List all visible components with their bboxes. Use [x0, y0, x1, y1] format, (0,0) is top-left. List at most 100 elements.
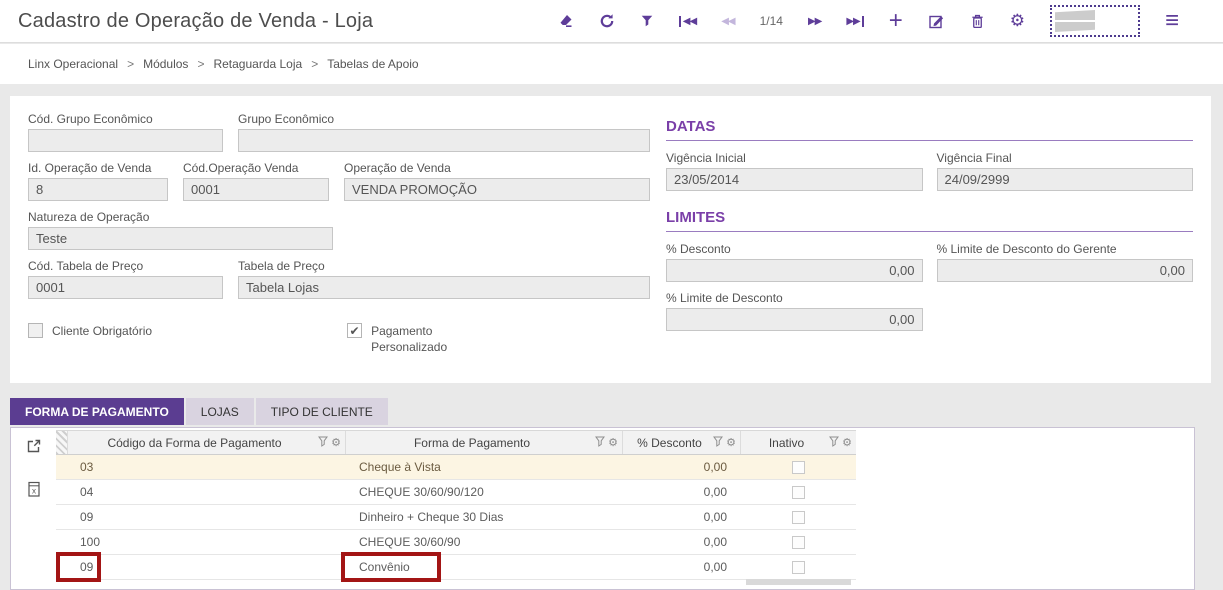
refresh-button[interactable]: [599, 13, 615, 29]
open-in-window-button[interactable]: [26, 438, 42, 457]
last-page-button[interactable]: ▶▶: [846, 16, 863, 27]
operacao-venda-input[interactable]: VENDA PROMOÇÃO: [344, 178, 650, 201]
tabela-preco-input[interactable]: Tabela Lojas: [238, 276, 650, 299]
add-button[interactable]: +: [889, 12, 903, 30]
inactive-checkbox[interactable]: [792, 511, 805, 524]
column-settings-gear-icon[interactable]: ⚙: [726, 438, 736, 448]
column-settings-gear-icon[interactable]: ⚙: [842, 438, 852, 448]
inactive-checkbox[interactable]: [792, 536, 805, 549]
column-header-codigo-forma-pagamento[interactable]: Código da Forma de Pagamento ⚙: [68, 431, 346, 454]
tab-forma-de-pagamento[interactable]: FORMA DE PAGAMENTO: [10, 398, 184, 425]
clear-button[interactable]: [557, 13, 574, 29]
cliente-obrigatorio-checkbox-group[interactable]: Cliente Obrigatório: [28, 323, 152, 355]
edit-pencil-icon: [928, 13, 945, 29]
check-icon: ✔: [350, 324, 360, 338]
breadcrumb: Linx Operacional > Módulos > Retaguarda …: [0, 44, 1223, 84]
field-tabela-preco: Tabela de Preço Tabela Lojas: [238, 259, 650, 299]
field-natureza-operacao: Natureza de Operação Teste: [28, 210, 333, 250]
breadcrumb-item-tabelas-de-apoio[interactable]: Tabelas de Apoio: [327, 57, 418, 71]
cod-grupo-economico-input[interactable]: [28, 129, 223, 152]
svg-text:x: x: [32, 487, 36, 496]
excel-export-icon: x: [26, 486, 42, 501]
column-settings-gear-icon[interactable]: ⚙: [331, 438, 341, 448]
delete-button[interactable]: [970, 13, 985, 29]
grupo-economico-input[interactable]: [238, 129, 650, 152]
pagamento-personalizado-checkbox[interactable]: ✔: [347, 323, 362, 338]
column-header-label: % Desconto: [637, 436, 702, 450]
cell-discount: 0,00: [623, 555, 741, 580]
breadcrumb-item-modulos[interactable]: Módulos: [143, 57, 188, 71]
cliente-obrigatorio-checkbox[interactable]: [28, 323, 43, 338]
inactive-checkbox[interactable]: [792, 561, 805, 574]
breadcrumb-separator: >: [197, 57, 204, 71]
field-operacao-venda: Operação de Venda VENDA PROMOÇÃO: [344, 161, 650, 201]
field-label: Cód. Tabela de Preço: [28, 259, 223, 273]
cell-discount: 0,00: [623, 530, 741, 555]
table-row[interactable]: 100 CHEQUE 30/60/90 0,00: [56, 530, 856, 555]
double-left-icon: ◀◀: [683, 16, 696, 27]
menu-button[interactable]: ≡: [1165, 12, 1179, 30]
export-excel-button[interactable]: x: [26, 481, 42, 501]
cod-tabela-preco-input[interactable]: 0001: [28, 276, 223, 299]
column-filter-icon[interactable]: [829, 436, 839, 450]
vigencia-inicial-input[interactable]: 23/05/2014: [666, 168, 923, 191]
breadcrumb-item-linx-operacional[interactable]: Linx Operacional: [28, 57, 118, 71]
trash-icon: [970, 13, 985, 29]
logo-image-block: [1055, 22, 1095, 32]
form-left-column: Cód. Grupo Econômico Grupo Econômico Id.…: [28, 112, 650, 367]
next-page-button[interactable]: ▶▶: [808, 16, 821, 27]
pct-limite-desconto-input[interactable]: 0,00: [666, 308, 923, 331]
breadcrumb-item-retaguarda-loja[interactable]: Retaguarda Loja: [213, 57, 302, 71]
inactive-checkbox[interactable]: [792, 461, 805, 474]
inactive-checkbox[interactable]: [792, 486, 805, 499]
column-filter-icon[interactable]: [713, 436, 723, 450]
field-cod-operacao-venda: Cód.Operação Venda 0001: [183, 161, 329, 201]
column-header-inativo[interactable]: Inativo ⚙: [741, 431, 856, 454]
eraser-icon: [557, 13, 574, 29]
column-header-pct-desconto[interactable]: % Desconto ⚙: [623, 431, 741, 454]
pct-limite-desconto-gerente-input[interactable]: 0,00: [937, 259, 1194, 282]
vigencia-final-input[interactable]: 24/09/2999: [937, 168, 1194, 191]
table-row[interactable]: 03 Cheque à Vista 0,00: [56, 455, 856, 480]
grid-side-toolbar: x: [11, 428, 56, 589]
field-label: Tabela de Preço: [238, 259, 650, 273]
id-operacao-venda-input[interactable]: 8: [28, 178, 168, 201]
filter-button[interactable]: [640, 14, 654, 28]
field-label: Cód. Grupo Econômico: [28, 112, 223, 126]
field-label: Natureza de Operação: [28, 210, 333, 224]
gear-icon: ⚙: [1010, 12, 1025, 30]
previous-page-button[interactable]: ◀◀: [721, 16, 734, 27]
cod-operacao-venda-input[interactable]: 0001: [183, 178, 329, 201]
table-row[interactable]: 04 CHEQUE 30/60/90/120 0,00: [56, 480, 856, 505]
refresh-icon: [599, 13, 615, 29]
row-handle-column: [56, 431, 68, 454]
column-filter-icon[interactable]: [595, 436, 605, 450]
cell-code: 100: [68, 530, 346, 555]
logo-placeholder[interactable]: [1050, 5, 1140, 37]
cell-name: Cheque à Vista: [346, 455, 623, 480]
edit-button[interactable]: [928, 13, 945, 29]
column-header-forma-pagamento[interactable]: Forma de Pagamento ⚙: [346, 431, 623, 454]
pagamento-personalizado-checkbox-group[interactable]: ✔ Pagamento Personalizado: [347, 323, 476, 355]
tab-tipo-de-cliente[interactable]: TIPO DE CLIENTE: [256, 398, 388, 425]
page-indicator: 1/14: [760, 14, 783, 28]
settings-button[interactable]: ⚙: [1010, 12, 1025, 30]
field-cod-grupo-economico: Cód. Grupo Econômico: [28, 112, 223, 152]
table-row[interactable]: 09 Dinheiro + Cheque 30 Dias 0,00: [56, 505, 856, 530]
tab-lojas[interactable]: LOJAS: [186, 398, 254, 425]
external-link-icon: [26, 442, 42, 457]
horizontal-scrollbar-thumb[interactable]: [746, 579, 851, 585]
breadcrumb-separator: >: [311, 57, 318, 71]
table-row[interactable]: 09 Convênio 0,00: [56, 555, 856, 580]
first-page-button[interactable]: ◀◀: [679, 16, 696, 27]
column-settings-gear-icon[interactable]: ⚙: [608, 438, 618, 448]
field-label: Vigência Final: [937, 151, 1194, 165]
form-panel: Cód. Grupo Econômico Grupo Econômico Id.…: [10, 96, 1211, 383]
field-label: Id. Operação de Venda: [28, 161, 168, 175]
natureza-operacao-input[interactable]: Teste: [28, 227, 333, 250]
cell-code: 09: [68, 555, 346, 580]
cell-inactive: [741, 555, 856, 580]
column-filter-icon[interactable]: [318, 436, 328, 450]
pct-desconto-input[interactable]: 0,00: [666, 259, 923, 282]
bar-icon: [862, 16, 864, 27]
